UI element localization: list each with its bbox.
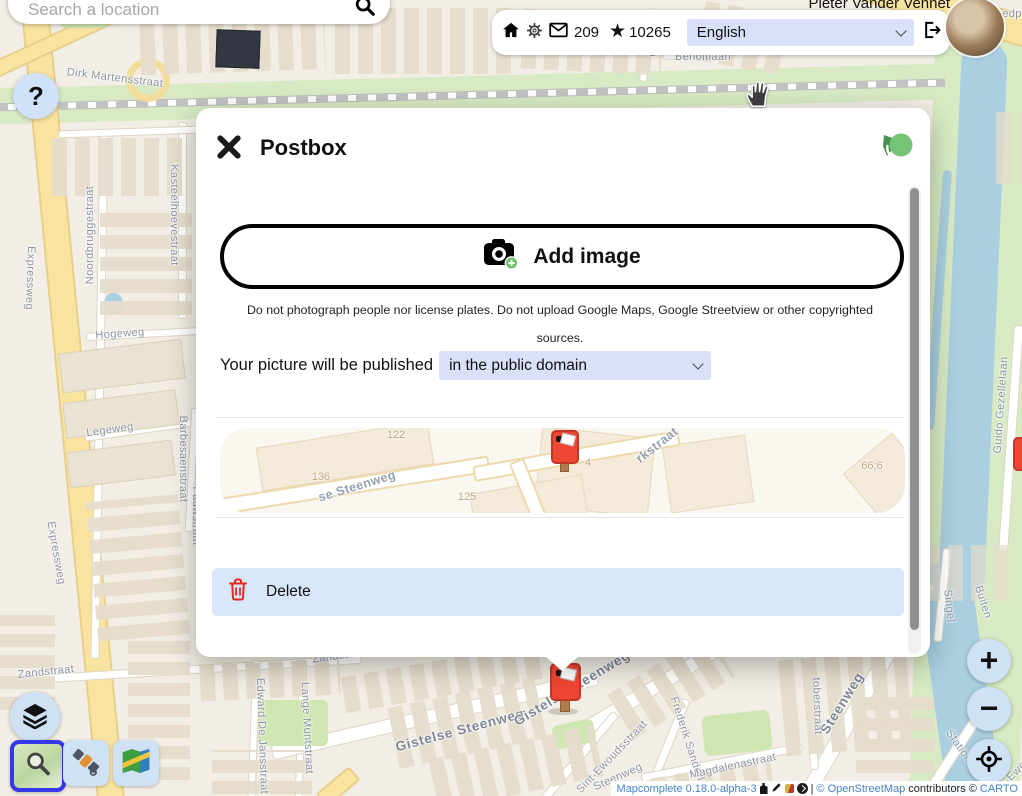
avatar[interactable] <box>946 0 1004 56</box>
zoom-out-button[interactable]: − <box>967 687 1011 731</box>
camera-icon <box>483 238 519 275</box>
zoom-in-button[interactable]: + <box>967 639 1011 683</box>
add-image-label: Add image <box>533 245 640 269</box>
edit-pencil-icon <box>771 782 782 796</box>
map-style-osm-button[interactable] <box>10 740 66 792</box>
marker-body <box>551 430 579 464</box>
language-select[interactable]: English <box>687 19 914 46</box>
license-value: in the public domain <box>449 357 587 375</box>
street-label: 66;6 <box>861 460 882 472</box>
attribution-bar: Mapcomplete 0.18.0-alpha-3 | © OpenStree… <box>611 781 1022 796</box>
license-prefix: Your picture will be published <box>220 356 433 375</box>
gear-icon[interactable] <box>526 22 543 44</box>
street-label: 4 <box>585 457 591 469</box>
user-panel: 209 ★ 10265 English <box>492 10 950 55</box>
street-label: edp <box>1002 8 1022 20</box>
street-label: 125 <box>458 491 476 503</box>
geolocate-button[interactable] <box>967 739 1011 783</box>
message-count: 209 <box>574 24 599 41</box>
divider <box>216 417 904 418</box>
mapcomplete-version-link[interactable]: Mapcomplete 0.18.0-alpha-3 <box>617 783 757 795</box>
street-label: Hogeweg <box>95 326 145 341</box>
satellite-icon <box>70 745 102 782</box>
street-label: Guido Gezellelaan <box>992 356 1011 454</box>
license-row: Your picture will be published in the pu… <box>220 351 711 380</box>
street-label: Lange Muntstraat <box>299 682 316 775</box>
minimap-postbox-marker <box>547 428 581 474</box>
search-input[interactable] <box>26 0 354 21</box>
dialog-title: Postbox <box>260 135 347 161</box>
delete-button[interactable]: Delete <box>212 568 904 616</box>
street-label: Expressweg <box>45 520 68 585</box>
plus-icon: + <box>980 644 999 676</box>
street-label: Expressweg <box>23 246 37 310</box>
carto-link[interactable]: CARTO <box>980 783 1018 795</box>
street-label: toberstraat <box>810 677 824 734</box>
star-count: 10265 <box>629 24 671 41</box>
street-label: Noordbruggestraat <box>84 186 96 285</box>
street-label: Kasteelhoevestraat <box>168 164 180 265</box>
openstreetmap-link[interactable]: © OpenStreetMap <box>816 783 905 795</box>
street-label: Legeweg <box>86 421 135 439</box>
street-label: Steenweg <box>817 670 867 737</box>
location-minimap[interactable]: 122 136se Steenweg 125 4 rkstraat 66;6 <box>220 428 905 513</box>
postbox-marker-edge[interactable] <box>1013 437 1022 471</box>
contributor-icon <box>760 783 768 794</box>
map-style-map-button[interactable] <box>113 740 159 786</box>
image-upload-note: Do not photograph people nor license pla… <box>230 296 890 352</box>
street-label: Singel <box>941 589 956 623</box>
dialog-scrollbar-thumb[interactable] <box>910 188 919 630</box>
attribution-contributors: contributors © <box>908 783 977 795</box>
license-select[interactable]: in the public domain <box>439 351 711 380</box>
star-icon: ★ <box>609 20 626 43</box>
mapcomplete-app: Dirk MartensstraatkklaanBenoitlaanedpKas… <box>0 0 1022 796</box>
delete-label: Delete <box>266 583 311 601</box>
marker-envelope <box>560 432 576 446</box>
map-style-satellite-button[interactable] <box>63 740 109 786</box>
search-bar <box>8 0 390 24</box>
crosshair-icon <box>975 745 1003 778</box>
attribution-separator: | <box>811 783 814 795</box>
folded-map-icon <box>120 745 152 782</box>
language-value: English <box>697 24 746 41</box>
chevron-down-icon <box>895 25 906 36</box>
street-label: Dirk Martensstraat <box>66 66 164 90</box>
street-label: Magdalenastraat <box>689 751 778 781</box>
hand-cursor <box>744 79 774 114</box>
street-label: Gistelse Steenweg <box>394 706 526 755</box>
street-label: Frederik Sanderla <box>668 695 709 788</box>
add-image-button[interactable]: Add image <box>220 224 904 289</box>
street-label: Buiten <box>972 584 994 620</box>
help-label: ? <box>28 81 44 112</box>
logout-icon[interactable] <box>922 20 942 45</box>
minus-icon: − <box>980 692 999 724</box>
street-label: rkstraat <box>633 428 680 466</box>
home-icon[interactable] <box>502 21 520 44</box>
street-label: 136 <box>312 471 330 483</box>
street-label: Edward De Jansstraat <box>254 678 270 795</box>
street-label: Zandstraat <box>17 663 75 681</box>
divider <box>216 517 904 518</box>
mapcomplete-logo-icon <box>876 130 914 177</box>
search-icon[interactable] <box>354 0 376 22</box>
more-info-icon[interactable] <box>797 783 808 794</box>
dialog-pointer-tail <box>545 656 579 671</box>
chevron-down-icon <box>692 358 703 369</box>
street-label: 122 <box>387 429 405 441</box>
layers-button[interactable] <box>10 692 60 742</box>
help-button[interactable]: ? <box>13 73 59 119</box>
translate-icon <box>785 784 794 793</box>
magnifier-icon <box>23 749 53 784</box>
postbox-dialog: Postbox Add image Do not phot <box>196 108 930 657</box>
street-label: se Steenweg <box>317 468 398 505</box>
layers-icon <box>21 701 49 734</box>
street-label: Barbesaenstraat <box>177 416 189 503</box>
messages-icon[interactable] <box>549 22 568 43</box>
trash-icon <box>228 578 248 606</box>
close-icon[interactable] <box>214 132 244 162</box>
